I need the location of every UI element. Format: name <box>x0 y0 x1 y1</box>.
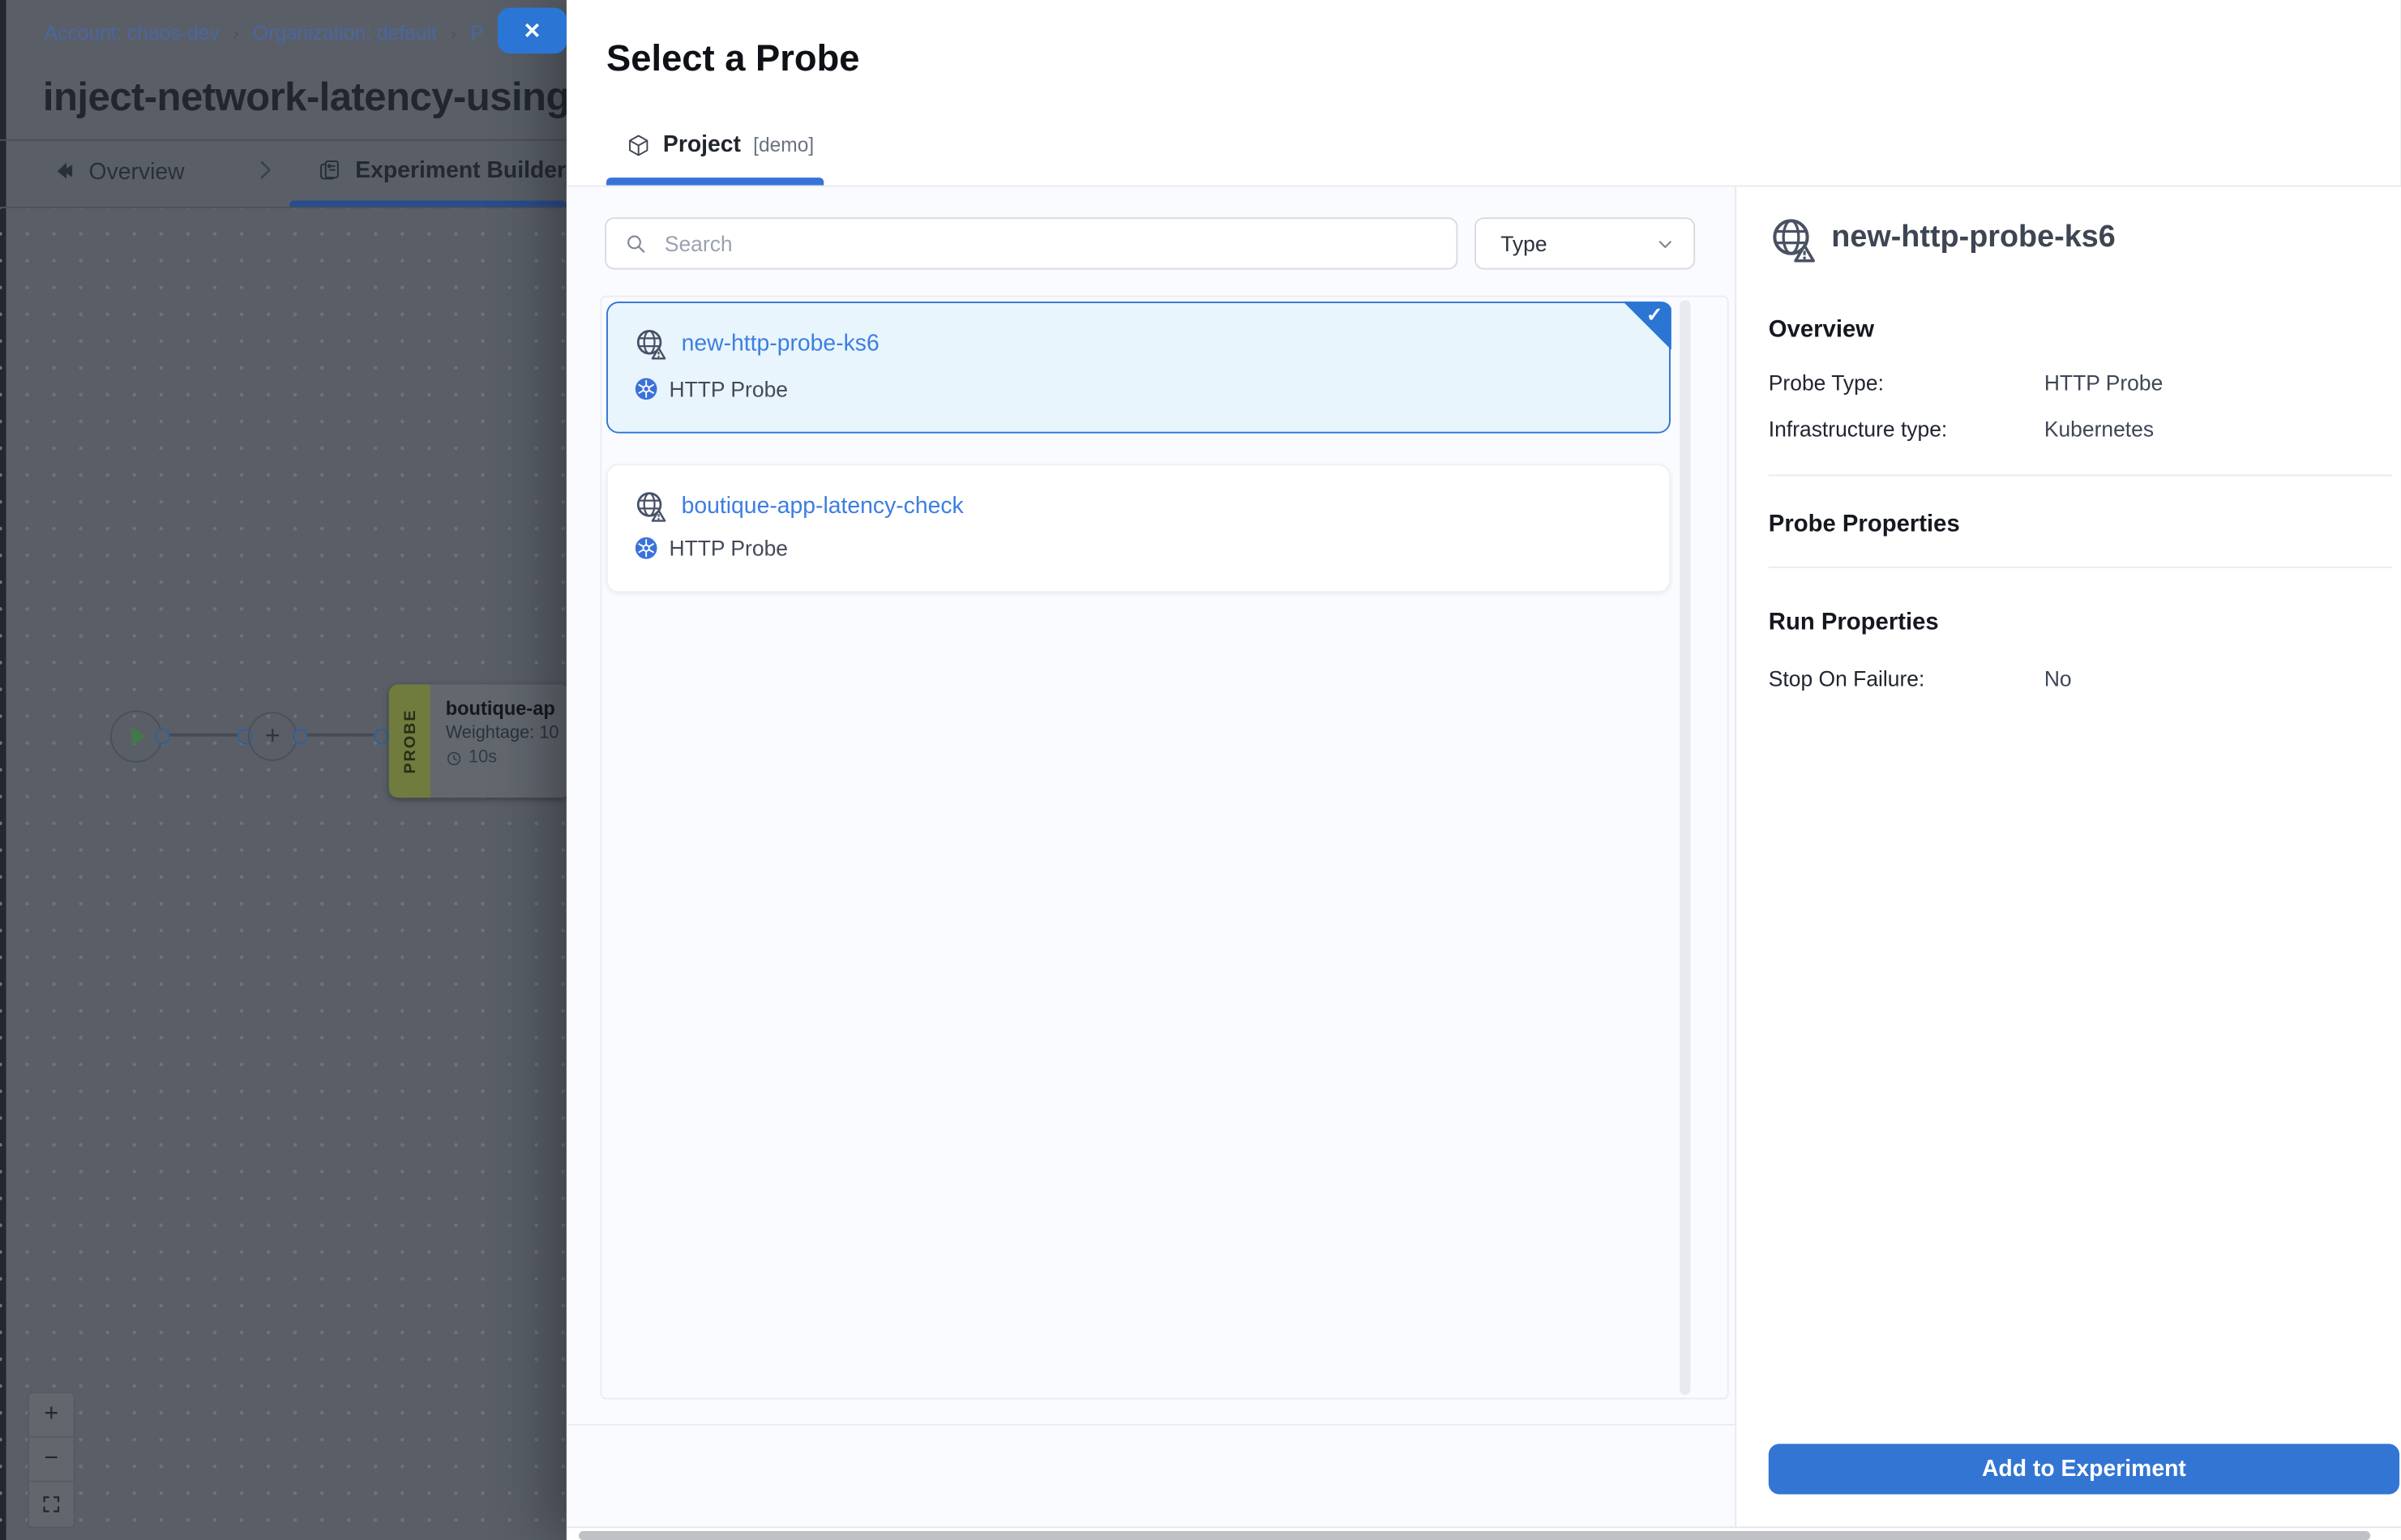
detail-row-value: Kubernetes <box>2044 417 2154 441</box>
tab-project-scope: [demo] <box>753 133 814 156</box>
tab-project[interactable]: Project [demo] <box>627 131 815 157</box>
probe-node-weightage: Weightage: 10 <box>446 724 565 742</box>
project-cube-icon <box>627 132 651 156</box>
http-probe-icon <box>634 327 668 361</box>
search-input[interactable] <box>661 229 1402 257</box>
detail-row-label: Probe Type: <box>1769 370 1884 395</box>
breadcrumb-account-link[interactable]: Account: chaos-dev <box>45 21 220 44</box>
http-probe-icon <box>634 490 668 524</box>
probe-card-selected[interactable]: new-http-probe-ks6 HTTP Probe ✓ <box>606 302 1671 433</box>
canvas-zoom-controls: + − <box>28 1392 75 1528</box>
probe-type: HTTP Probe <box>634 377 788 401</box>
detail-row-label: Stop On Failure: <box>1769 666 1925 691</box>
pipeline-edge <box>305 734 374 736</box>
probe-name-link[interactable]: boutique-app-latency-check <box>682 493 964 519</box>
close-button[interactable]: ✕ <box>498 7 567 53</box>
breadcrumb-org-link[interactable]: Organization: default <box>253 21 437 44</box>
probe-name-link[interactable]: new-http-probe-ks6 <box>682 331 880 357</box>
tab-overview[interactable]: Overview <box>89 159 185 185</box>
play-icon <box>131 727 145 746</box>
list-scrollbar[interactable] <box>1680 300 1690 1395</box>
detail-row-value: HTTP Probe <box>2044 370 2163 395</box>
edge-port <box>374 729 389 744</box>
overview-heading: Overview <box>1769 317 1874 344</box>
probe-node-card[interactable]: PROBE boutique-ap Weightage: 10 10s <box>389 684 570 798</box>
probe-details-title: new-http-probe-ks6 <box>1831 220 2116 255</box>
breadcrumb: Account: chaos-dev › Organization: default… <box>45 21 484 44</box>
drawer-title: Select a Probe <box>606 38 859 81</box>
fullscreen-icon <box>41 1494 62 1514</box>
detail-row-value: No <box>2044 666 2072 691</box>
run-properties-heading: Run Properties <box>1769 610 1939 637</box>
probe-node-name: boutique-ap <box>446 698 565 719</box>
probe-card[interactable]: boutique-app-latency-check HTTP Probe <box>606 464 1671 592</box>
zoom-in-button[interactable]: + <box>29 1393 74 1438</box>
add-to-experiment-button[interactable]: Add to Experiment <box>1769 1444 2399 1494</box>
probe-badge: PROBE <box>389 684 430 798</box>
pipeline-edge <box>167 734 238 736</box>
overview-tab-icon <box>53 159 76 182</box>
chevron-down-icon <box>1654 232 1676 255</box>
add-step-button[interactable]: + <box>248 712 297 760</box>
chevron-right-icon <box>253 158 277 182</box>
edge-port <box>293 729 308 744</box>
pipeline-canvas[interactable] <box>0 208 567 1540</box>
probe-node-duration: 10s <box>446 749 497 768</box>
probe-search <box>605 217 1457 269</box>
check-icon: ✓ <box>1646 303 1663 327</box>
probe-type: HTTP Probe <box>634 536 788 560</box>
http-probe-icon <box>1769 216 1817 264</box>
divider <box>567 1424 1735 1426</box>
breadcrumb-separator: › <box>233 23 239 44</box>
tab-project-label: Project <box>663 131 741 157</box>
zoom-out-button[interactable]: − <box>29 1438 74 1482</box>
experiment-builder-tab-icon <box>317 158 341 182</box>
horizontal-scrollbar[interactable] <box>567 1526 2401 1540</box>
kubernetes-icon <box>634 536 658 560</box>
fit-to-screen-button[interactable] <box>29 1482 74 1525</box>
edge-port <box>155 729 170 744</box>
select-probe-drawer: ✕ Select a Probe Project [demo] Type new… <box>567 0 2401 1540</box>
clock-icon <box>446 750 463 767</box>
type-filter-dropdown[interactable]: Type <box>1474 217 1695 269</box>
detail-row-label: Infrastructure type: <box>1769 417 1947 441</box>
divider <box>1769 475 2392 477</box>
probe-details-panel: new-http-probe-ks6 Overview Probe Type: … <box>1735 186 2401 1526</box>
experiment-builder-background: Account: chaos-dev › Organization: default… <box>0 0 567 1540</box>
divider <box>1769 567 2392 568</box>
probe-list-container <box>600 296 1728 1400</box>
breadcrumb-project-link[interactable]: P <box>470 21 483 44</box>
active-tab-indicator <box>606 178 824 185</box>
breadcrumb-separator: › <box>451 23 457 44</box>
kubernetes-icon <box>634 377 658 401</box>
screen: Account: chaos-dev › Organization: default… <box>0 0 2401 1540</box>
search-icon <box>625 232 648 255</box>
divider <box>0 139 567 141</box>
experiment-title: inject-network-latency-using-isti <box>43 74 567 122</box>
type-filter-label: Type <box>1500 231 1547 255</box>
tab-experiment-builder[interactable]: Experiment Builder <box>355 158 566 184</box>
probe-properties-heading: Probe Properties <box>1769 511 1960 539</box>
horizontal-scrollbar-thumb[interactable] <box>579 1531 2370 1540</box>
